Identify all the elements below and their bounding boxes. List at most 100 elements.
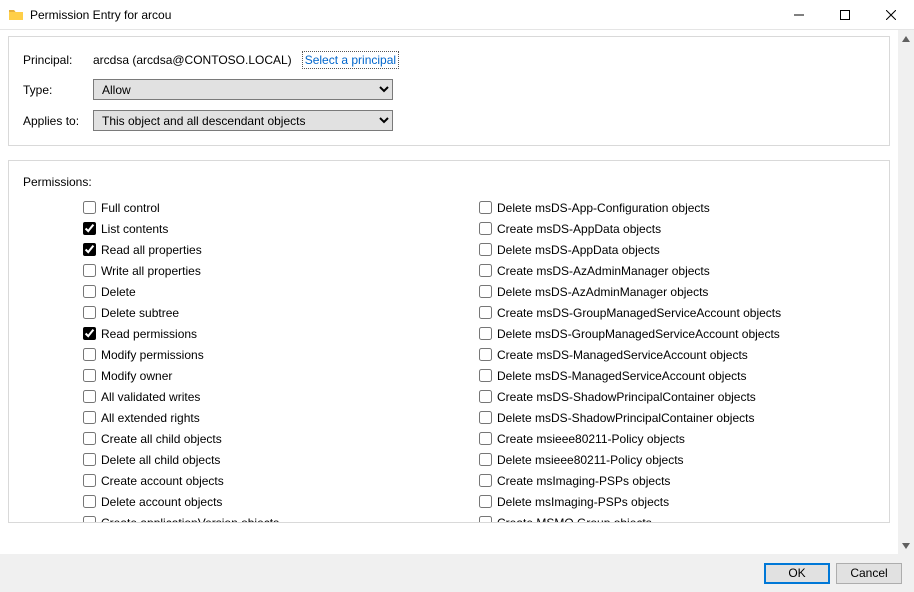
permission-item: Write all properties [83, 260, 479, 281]
permission-checkbox[interactable] [479, 516, 492, 523]
select-principal-link[interactable]: Select a principal [302, 51, 399, 69]
permission-label: Delete msieee80211-Policy objects [497, 453, 684, 467]
permission-checkbox[interactable] [83, 390, 96, 403]
permission-item: Delete [83, 281, 479, 302]
type-select[interactable]: Allow [93, 79, 393, 100]
permission-checkbox[interactable] [83, 264, 96, 277]
permission-checkbox[interactable] [479, 411, 492, 424]
permission-label: Create msDS-AppData objects [497, 222, 661, 236]
permission-label: Write all properties [101, 264, 201, 278]
permission-checkbox[interactable] [479, 390, 492, 403]
permissions-columns: Full control List contents Read all proper… [23, 197, 875, 523]
permission-checkbox[interactable] [83, 201, 96, 214]
permission-label: Delete msDS-AzAdminManager objects [497, 285, 708, 299]
permissions-col-left: Full control List contents Read all proper… [23, 197, 479, 523]
permission-checkbox[interactable] [83, 432, 96, 445]
permission-label: Create all child objects [101, 432, 222, 446]
ok-button[interactable]: OK [764, 563, 830, 584]
permission-item: Delete msDS-ShadowPrincipalContainer obj… [479, 407, 875, 428]
permission-checkbox[interactable] [83, 516, 96, 523]
permission-label: Delete msImaging-PSPs objects [497, 495, 669, 509]
permission-checkbox[interactable] [479, 453, 492, 466]
permission-item: Create msieee80211-Policy objects [479, 428, 875, 449]
permission-item: Delete account objects [83, 491, 479, 512]
permission-checkbox[interactable] [479, 327, 492, 340]
permission-checkbox[interactable] [83, 348, 96, 361]
window-title: Permission Entry for arcou [30, 8, 171, 22]
permission-item: Delete msDS-GroupManagedServiceAccount o… [479, 323, 875, 344]
applies-to-select[interactable]: This object and all descendant objects [93, 110, 393, 131]
permissions-group: Permissions: Full controlList contentsRe… [8, 160, 890, 523]
cancel-button[interactable]: Cancel [836, 563, 902, 584]
permission-item: Create account objects [83, 470, 479, 491]
permission-label: Create msDS-GroupManagedServiceAccount o… [497, 306, 781, 320]
permission-item: Create msImaging-PSPs objects [479, 470, 875, 491]
permission-label: All extended rights [101, 411, 200, 425]
permission-checkbox[interactable] [83, 306, 96, 319]
permission-checkbox[interactable] [83, 474, 96, 487]
permission-checkbox[interactable] [479, 243, 492, 256]
scroll-track[interactable] [898, 47, 914, 537]
permission-checkbox[interactable] [479, 348, 492, 361]
permission-checkbox[interactable] [479, 369, 492, 382]
permission-label: Read all properties [101, 243, 202, 257]
folder-icon [8, 7, 24, 23]
permission-label: List contents [101, 222, 168, 236]
permission-label: Full control [101, 201, 160, 215]
permission-label: Create msDS-ManagedServiceAccount object… [497, 348, 748, 362]
permission-item: Create msDS-GroupManagedServiceAccount o… [479, 302, 875, 323]
permission-label: Delete [101, 285, 136, 299]
permission-label: Read permissions [101, 327, 197, 341]
permission-item: Read permissions [83, 323, 479, 344]
permission-label: Delete all child objects [101, 453, 220, 467]
principal-group: Principal: arcdsa (arcdsa@CONTOSO.LOCAL)… [8, 36, 890, 146]
minimize-button[interactable] [776, 0, 822, 30]
permission-checkbox[interactable] [479, 474, 492, 487]
permission-checkbox[interactable] [479, 264, 492, 277]
permission-checkbox[interactable] [83, 243, 96, 256]
permission-item: Delete msImaging-PSPs objects [479, 491, 875, 512]
permission-item: Delete all child objects [83, 449, 479, 470]
permission-item: Delete msDS-AppData objects [479, 239, 875, 260]
permission-checkbox[interactable] [479, 306, 492, 319]
permission-item: Create msDS-ShadowPrincipalContainer obj… [479, 386, 875, 407]
content-area: Principal: arcdsa (arcdsa@CONTOSO.LOCAL)… [0, 30, 898, 554]
permission-item: Modify owner [83, 365, 479, 386]
permission-checkbox[interactable] [83, 327, 96, 340]
permission-label: All validated writes [101, 390, 200, 404]
permission-checkbox[interactable] [479, 432, 492, 445]
permission-label: Create applicationVersion objects [101, 516, 279, 524]
permission-checkbox[interactable] [83, 453, 96, 466]
permission-checkbox[interactable] [479, 201, 492, 214]
permission-item: Read all properties [83, 239, 479, 260]
permission-label: Create msDS-AzAdminManager objects [497, 264, 710, 278]
permission-checkbox[interactable] [83, 222, 96, 235]
permission-item: Create applicationVersion objects [83, 512, 479, 523]
titlebar: Permission Entry for arcou [0, 0, 914, 30]
scroll-down-icon[interactable] [898, 537, 914, 554]
permission-checkbox[interactable] [83, 495, 96, 508]
maximize-button[interactable] [822, 0, 868, 30]
permission-item: List contents [83, 218, 479, 239]
permission-item: Delete msieee80211-Policy objects [479, 449, 875, 470]
permission-item: Create all child objects [83, 428, 479, 449]
permission-item: Modify permissions [83, 344, 479, 365]
permission-checkbox[interactable] [83, 285, 96, 298]
close-button[interactable] [868, 0, 914, 30]
permission-item: All validated writes [83, 386, 479, 407]
scroll-up-icon[interactable] [898, 30, 914, 47]
permission-checkbox[interactable] [479, 222, 492, 235]
permission-item: Delete subtree [83, 302, 479, 323]
permission-item: Create msDS-AzAdminManager objects [479, 260, 875, 281]
permission-checkbox[interactable] [479, 495, 492, 508]
vertical-scrollbar[interactable] [898, 30, 914, 554]
permission-label: Create msieee80211-Policy objects [497, 432, 685, 446]
permission-item: Create msDS-ManagedServiceAccount object… [479, 344, 875, 365]
permission-checkbox[interactable] [83, 369, 96, 382]
permission-checkbox[interactable] [83, 411, 96, 424]
applies-to-label: Applies to: [23, 114, 93, 128]
permission-item: Delete msDS-AzAdminManager objects [479, 281, 875, 302]
permission-label: Create msImaging-PSPs objects [497, 474, 670, 488]
permission-checkbox[interactable] [479, 285, 492, 298]
permission-item: All extended rights [83, 407, 479, 428]
